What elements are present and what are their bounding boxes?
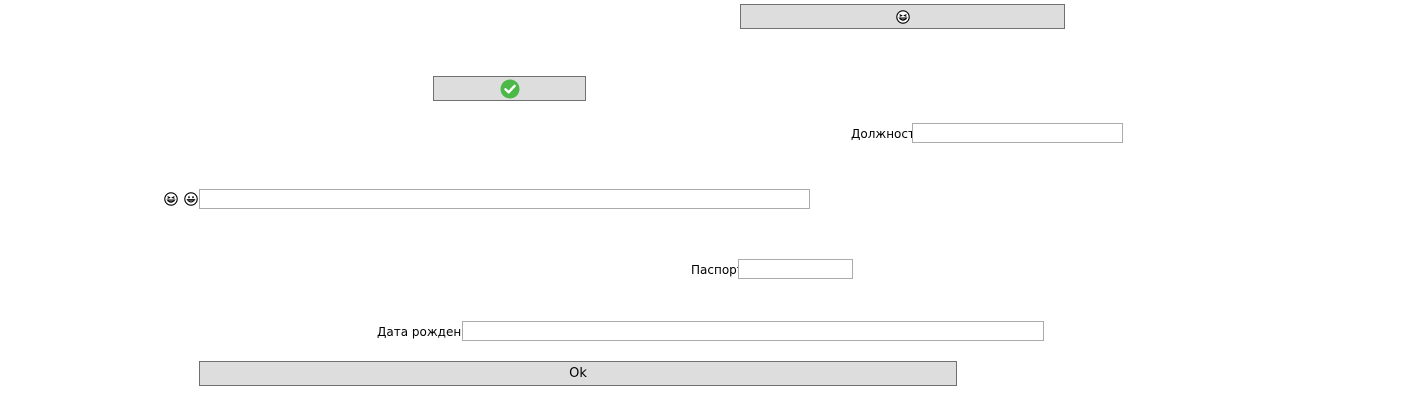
confirm-button[interactable] — [433, 76, 586, 101]
emoji-button[interactable] — [740, 4, 1065, 29]
ok-button-label: Ok — [569, 366, 587, 381]
passport-field[interactable] — [738, 259, 853, 279]
position-field[interactable] — [912, 123, 1123, 143]
name-field[interactable] — [199, 189, 810, 209]
grinning-squint-face-icon — [164, 192, 178, 206]
passport-label: Паспорт — [691, 263, 744, 277]
green-checkmark-icon — [500, 79, 519, 98]
birthdate-field[interactable] — [462, 321, 1044, 341]
grinning-squint-face-icon — [895, 9, 910, 24]
ok-button[interactable]: Ok — [199, 361, 957, 386]
form-window: Должность Паспорт Дата рождения Ok — [0, 0, 1408, 400]
grinning-face-icon — [184, 192, 198, 206]
